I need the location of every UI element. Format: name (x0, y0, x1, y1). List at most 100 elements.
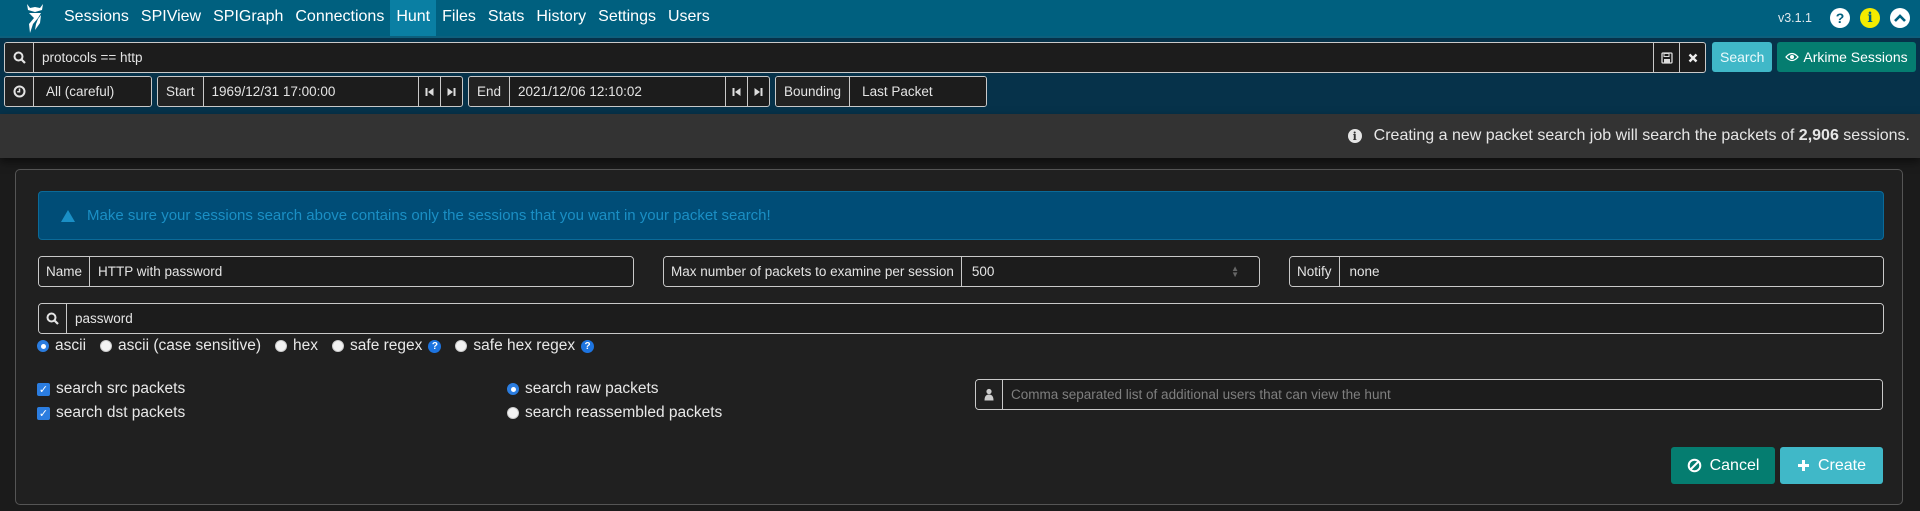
name-input[interactable]: HTTP with password (90, 257, 633, 286)
end-next-button[interactable] (747, 77, 769, 106)
cancel-button[interactable]: Cancel (1671, 447, 1775, 484)
search-dst-packets-label: search dst packets (56, 404, 186, 421)
search-reassembled-packets-option[interactable]: search reassembled packets (507, 404, 722, 422)
max-packets-label: Max number of packets to examine per ses… (664, 257, 962, 286)
search-button[interactable]: Search (1712, 42, 1773, 72)
search-type-safe-regex[interactable]: safe regex? (332, 337, 442, 355)
nav-connections[interactable]: Connections (289, 0, 390, 36)
save-expression-button[interactable] (1653, 43, 1679, 72)
nav-users[interactable]: Users (662, 0, 716, 36)
bounding-group: Bounding Last Packet (775, 76, 987, 107)
cancel-label: Cancel (1709, 456, 1760, 474)
clear-expression-button[interactable] (1679, 43, 1705, 72)
number-spinner-icon[interactable]: ▲ ▼ (1231, 264, 1239, 278)
warning-text: Make sure your sessions search above con… (87, 207, 771, 224)
search-reassembled-packets-radio[interactable] (507, 407, 519, 419)
search-type-ascii[interactable]: ascii (37, 337, 86, 355)
user-icon (976, 380, 1003, 409)
clock-icon (5, 77, 34, 106)
info-text-suffix: sessions. (1843, 127, 1910, 144)
start-time-group: Start 1969/12/31 17:00:00 (157, 76, 463, 107)
bounding-select[interactable]: Last Packet (850, 77, 986, 106)
search-type-ascii-case[interactable]: ascii (case sensitive) (100, 337, 261, 355)
help-icon[interactable]: ? (428, 339, 442, 353)
search-text-group: password (38, 303, 1884, 334)
search-raw-packets-label: search raw packets (525, 380, 659, 397)
time-range-select[interactable]: All (careful) (34, 77, 151, 106)
step-forward-icon (754, 87, 763, 96)
close-icon (1688, 53, 1697, 62)
create-label: Create (1817, 456, 1867, 474)
search-type-label: safe hex regex (473, 337, 576, 354)
start-prev-button[interactable] (418, 77, 440, 106)
nav-sessions[interactable]: Sessions (58, 0, 135, 36)
nav-settings[interactable]: Settings (592, 0, 662, 36)
max-packets-value: 500 (971, 264, 995, 279)
arkime-sessions-label: Arkime Sessions (1803, 49, 1908, 65)
nav-history[interactable]: History (530, 0, 592, 36)
help-icon[interactable]: ? (581, 339, 595, 353)
nav-hunt[interactable]: Hunt (390, 0, 437, 36)
search-src-packets-checkbox[interactable]: ✓ (37, 382, 50, 396)
time-range-group: All (careful) (4, 76, 152, 107)
search-type-hex[interactable]: hex (275, 337, 318, 355)
info-circle-icon: i (1347, 129, 1362, 143)
end-prev-button[interactable] (725, 77, 747, 106)
radio-ascii-case[interactable] (100, 340, 113, 352)
nav-files[interactable]: Files (436, 0, 482, 36)
max-packets-group: Max number of packets to examine per ses… (663, 256, 1260, 287)
radio-safe-hex-regex[interactable] (455, 340, 468, 352)
users-group: Comma separated list of additional users… (975, 379, 1883, 410)
step-backward-icon (425, 87, 434, 96)
create-button[interactable]: Create (1780, 447, 1883, 484)
users-input[interactable]: Comma separated list of additional users… (1003, 380, 1882, 409)
arkime-sessions-button[interactable]: Arkime Sessions (1777, 42, 1916, 72)
search-src-packets-option[interactable]: ✓ search src packets (37, 380, 185, 398)
owl-logo-icon (27, 4, 43, 33)
expression-search-group: protocols == http (4, 42, 1706, 73)
notify-group: Notify none (1289, 256, 1884, 287)
search-dst-packets-option[interactable]: ✓ search dst packets (37, 404, 185, 422)
arkime-logo[interactable] (16, 0, 54, 36)
start-time-input[interactable]: 1969/12/31 17:00:00 (203, 77, 418, 106)
help-icon[interactable]: ? (1830, 8, 1850, 28)
nav-stats[interactable]: Stats (482, 0, 530, 36)
expression-input[interactable]: protocols == http (34, 43, 1653, 72)
search-dst-packets-checkbox[interactable]: ✓ (37, 406, 50, 420)
radio-hex[interactable] (275, 340, 288, 352)
search-text-input[interactable]: password (67, 304, 1883, 333)
bounding-label: Bounding (776, 77, 851, 106)
search-area: protocols == http Search Arkime Sessions… (0, 36, 1920, 114)
notify-label: Notify (1290, 257, 1340, 286)
hunt-info-bar: i Creating a new packet search job will … (0, 114, 1920, 158)
name-group: Name HTTP with password (38, 256, 634, 287)
search-raw-packets-radio[interactable] (507, 383, 519, 395)
max-packets-input[interactable]: 500 ▲ ▼ (961, 257, 1259, 286)
radio-ascii[interactable] (37, 340, 49, 352)
search-raw-packets-option[interactable]: search raw packets (507, 380, 659, 398)
step-forward-icon (447, 87, 456, 96)
info-text-prefix: Creating a new packet search job will se… (1373, 127, 1795, 144)
version-label: v3.1.1 (1777, 11, 1812, 25)
search-reassembled-packets-label: search reassembled packets (525, 404, 723, 421)
ban-icon (1687, 458, 1701, 473)
warning-icon (61, 209, 75, 222)
nav-spigraph[interactable]: SPIGraph (207, 0, 289, 36)
start-next-button[interactable] (440, 77, 462, 106)
info-icon[interactable]: i (1860, 8, 1880, 28)
search-type-label: safe regex (350, 337, 423, 354)
search-type-safe-hex-regex[interactable]: safe hex regex? (455, 337, 595, 355)
nav-spiview[interactable]: SPIView (135, 0, 207, 36)
start-label: Start (158, 77, 204, 106)
end-time-group: End 2021/12/06 12:10:02 (468, 76, 770, 107)
search-type-label: ascii (55, 337, 87, 354)
end-time-input[interactable]: 2021/12/06 12:10:02 (510, 77, 725, 106)
notify-select[interactable]: none (1339, 257, 1883, 286)
plus-icon (1797, 460, 1809, 471)
search-type-label: hex (293, 337, 319, 354)
eye-icon (1785, 52, 1800, 62)
step-backward-icon (732, 87, 741, 96)
radio-safe-regex[interactable] (332, 340, 345, 352)
name-label: Name (39, 257, 91, 286)
chevron-up-icon[interactable] (1890, 8, 1910, 28)
